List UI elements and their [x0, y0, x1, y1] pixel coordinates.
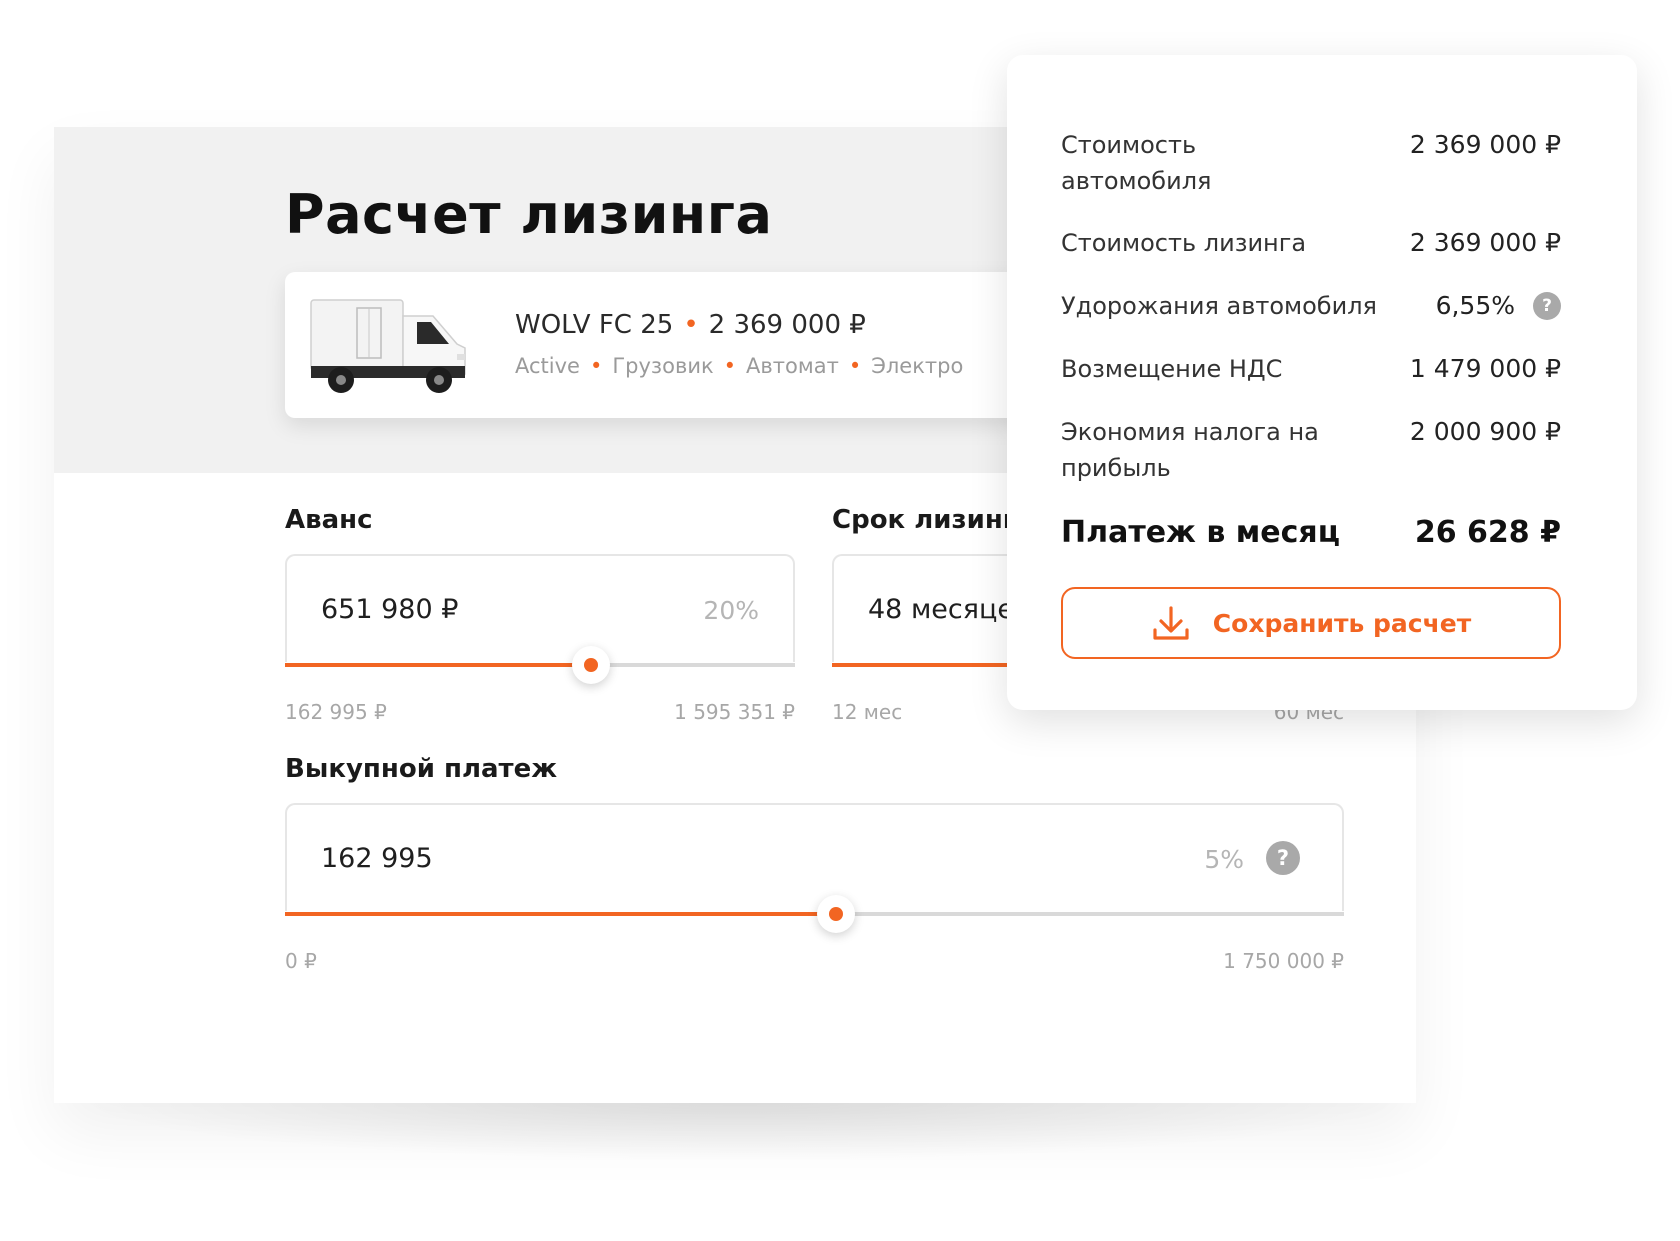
buyout-percent: 5% [1204, 845, 1244, 874]
advance-max: 1 595 351 ₽ [674, 700, 795, 724]
term-value: 48 месяцев [868, 594, 1030, 625]
advance-percent: 20% [703, 596, 759, 625]
advance-value: 651 980 ₽ [321, 594, 459, 625]
buyout-slider-thumb[interactable] [816, 895, 855, 933]
help-icon[interactable]: ? [1533, 292, 1561, 320]
summary-value: 6,55% [1435, 291, 1515, 320]
car-tag-transmission: Автомат [746, 354, 839, 378]
monthly-payment-label: Платеж в месяц [1061, 515, 1340, 550]
monthly-payment-value: 26 628 ₽ [1414, 515, 1561, 550]
save-calculation-button[interactable]: Сохранить расчет [1061, 587, 1561, 659]
buyout-min: 0 ₽ [285, 949, 317, 973]
advance-min: 162 995 ₽ [285, 700, 387, 724]
car-tag-engine: Электро [871, 354, 964, 378]
summary-panel: Стоимость автомобиля 2 369 000 ₽ Стоимос… [1007, 55, 1637, 710]
buyout-label: Выкупной платеж [285, 754, 558, 784]
advance-label: Аванс [285, 505, 373, 535]
help-icon[interactable]: ? [1266, 841, 1300, 875]
summary-label: Удорожания автомобиля [1061, 292, 1377, 320]
car-tag-body: Грузовик [612, 354, 714, 378]
advance-slider-thumb[interactable] [572, 646, 610, 684]
car-tags: Active • Грузовик • Автомат • Электро [515, 354, 963, 378]
buyout-input[interactable]: 162 995 5% ? [285, 803, 1344, 911]
car-price: 2 369 000 ₽ [708, 310, 866, 340]
summary-value: 2 000 900 ₽ [1409, 417, 1561, 446]
buyout-value: 162 995 [321, 843, 433, 874]
summary-value: 2 369 000 ₽ [1409, 228, 1561, 257]
save-button-label: Сохранить расчет [1212, 608, 1472, 638]
separator-dot: • [683, 310, 699, 340]
download-icon [1153, 606, 1189, 640]
term-min: 12 мес [832, 700, 903, 724]
summary-label: Возмещение НДС [1061, 355, 1283, 383]
advance-slider-fill [285, 663, 591, 667]
car-tag-trim: Active [515, 354, 580, 378]
buyout-max: 1 750 000 ₽ [1223, 949, 1344, 973]
buyout-slider-fill [285, 912, 836, 916]
summary-value: 1 479 000 ₽ [1409, 354, 1561, 383]
selected-car-card[interactable]: WOLV FC 25 • 2 369 000 ₽ Active • Грузовик • А… [285, 272, 1075, 418]
page-title: Расчет лизинга [285, 183, 773, 246]
buyout-slider-track[interactable] [285, 912, 1344, 916]
advance-input[interactable]: 651 980 ₽ 20% [285, 554, 795, 662]
summary-label: Стоимость автомобиля [1061, 131, 1212, 195]
car-model: WOLV FC 25 [515, 310, 674, 340]
separator-dot: • [723, 354, 737, 378]
separator-dot: • [589, 354, 603, 378]
summary-label: Экономия налога на прибыль [1061, 418, 1319, 482]
truck-image [310, 299, 466, 393]
term-label: Срок лизинга [832, 505, 1034, 535]
advance-slider-track[interactable] [285, 663, 795, 667]
summary-value: 2 369 000 ₽ [1409, 130, 1561, 159]
car-title-row: WOLV FC 25 • 2 369 000 ₽ [515, 310, 866, 340]
separator-dot: • [848, 354, 862, 378]
summary-label: Стоимость лизинга [1061, 229, 1307, 257]
